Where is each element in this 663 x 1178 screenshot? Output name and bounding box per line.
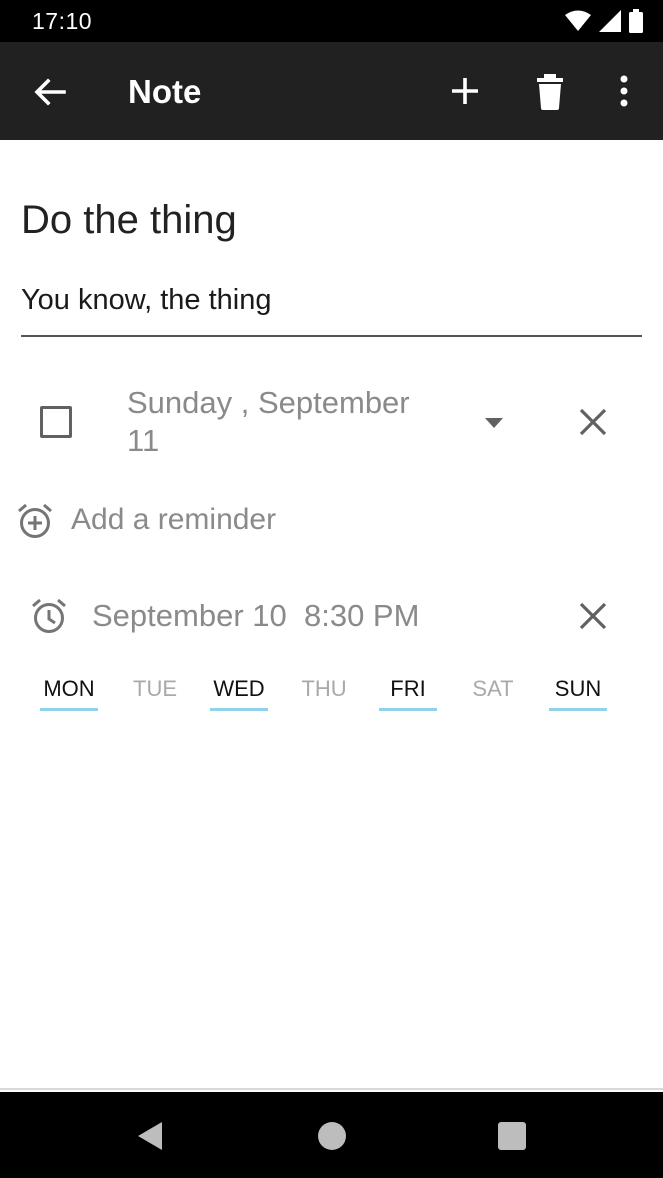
wifi-icon [565, 10, 591, 31]
back-arrow-icon[interactable] [30, 72, 70, 112]
nav-home-icon[interactable] [318, 1122, 346, 1150]
note-body-field[interactable]: You know, the thing [21, 280, 642, 337]
more-vert-icon[interactable] [608, 70, 640, 112]
add-alarm-icon[interactable] [16, 502, 54, 540]
remove-reminder-icon[interactable] [578, 601, 608, 631]
add-icon[interactable] [444, 70, 486, 112]
day-toggle-fri[interactable]: FRI [379, 676, 437, 711]
alarm-icon [32, 598, 66, 633]
clear-due-date-icon[interactable] [578, 407, 608, 437]
due-date-select[interactable]: Sunday , September 11 [127, 384, 427, 460]
note-content: Do the thing You know, the thing Sunday … [0, 140, 663, 1090]
delete-icon[interactable] [530, 70, 570, 112]
nav-back-icon[interactable] [136, 1120, 164, 1152]
done-checkbox[interactable] [40, 406, 72, 438]
page-title: Note [128, 73, 202, 110]
reminder-datetime[interactable]: September 10 8:30 PM [92, 598, 419, 634]
day-toggle-sun[interactable]: SUN [549, 676, 607, 711]
repeat-days: MON TUE WED THU FRI SAT SUN [0, 676, 663, 716]
add-reminder-button[interactable]: Add a reminder [71, 503, 276, 537]
day-toggle-sat[interactable]: SAT [464, 676, 522, 711]
day-toggle-mon[interactable]: MON [40, 676, 98, 711]
reminder-date: September 10 [92, 598, 287, 633]
status-icons [565, 9, 643, 33]
dropdown-arrow-icon[interactable] [484, 417, 504, 429]
status-bar: 17:10 [0, 0, 663, 42]
app-toolbar: Note [0, 42, 663, 140]
nav-recents-icon[interactable] [498, 1122, 526, 1150]
note-title-field[interactable]: Do the thing [21, 198, 237, 243]
day-toggle-wed[interactable]: WED [210, 676, 268, 711]
day-toggle-tue[interactable]: TUE [126, 676, 184, 711]
cell-signal-icon [599, 10, 621, 32]
battery-icon [629, 9, 643, 33]
day-toggle-thu[interactable]: THU [295, 676, 353, 711]
status-time: 17:10 [32, 8, 93, 34]
reminder-time: 8:30 PM [303, 598, 420, 633]
